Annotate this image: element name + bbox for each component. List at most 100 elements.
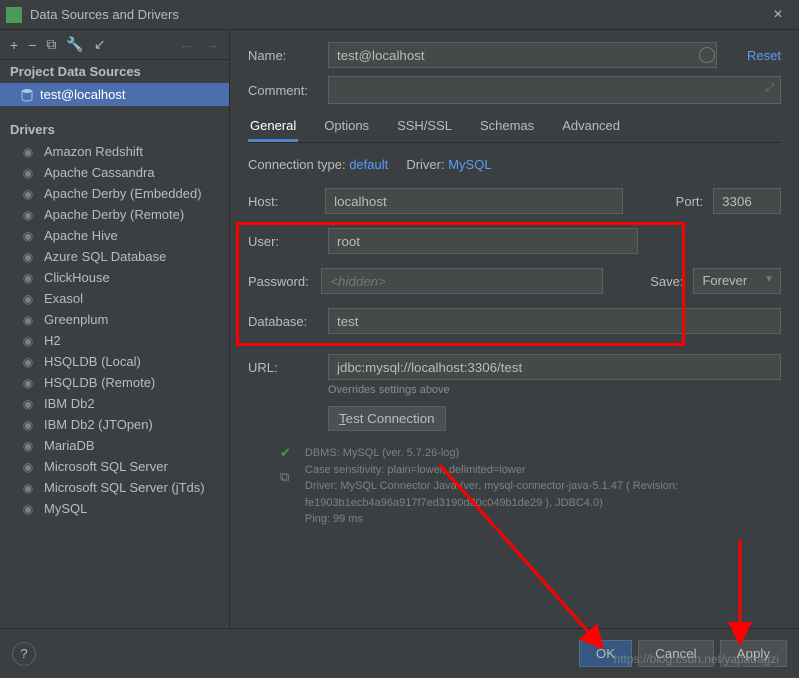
driver-label: MariaDB: [44, 438, 95, 453]
driver-value[interactable]: MySQL: [448, 157, 491, 172]
project-sources-header: Project Data Sources: [0, 60, 229, 83]
driver-icon: ◉: [20, 166, 36, 180]
driver-label: MySQL: [44, 501, 87, 516]
help-button[interactable]: ?: [12, 642, 36, 666]
make-global-icon[interactable]: ↙: [94, 36, 106, 53]
driver-icon: ◉: [20, 439, 36, 453]
expand-icon[interactable]: ⤢: [765, 82, 774, 95]
driver-item[interactable]: ◉ MariaDB: [0, 435, 229, 456]
driver-icon: ◉: [20, 460, 36, 474]
url-input[interactable]: [328, 354, 781, 380]
driver-icon: ◉: [20, 313, 36, 327]
url-note: Overrides settings above: [328, 384, 781, 396]
drivers-header: Drivers: [0, 118, 229, 141]
reset-link[interactable]: Reset: [747, 48, 781, 63]
driver-label: Microsoft SQL Server: [44, 459, 168, 474]
driver-icon: ◉: [20, 292, 36, 306]
driver-icon: ◉: [20, 250, 36, 264]
close-icon[interactable]: ×: [763, 6, 793, 24]
wrench-icon[interactable]: 🔧: [66, 36, 83, 53]
driver-icon: ◉: [20, 334, 36, 348]
driver-label: Apache Derby (Remote): [44, 207, 184, 222]
add-icon[interactable]: +: [10, 37, 18, 53]
host-label: Host:: [248, 194, 315, 209]
driver-item[interactable]: ◉IBM Db2: [0, 393, 229, 414]
driver-item[interactable]: ◉ HSQLDB (Remote): [0, 372, 229, 393]
datasource-icon: [20, 88, 34, 102]
driver-label: Amazon Redshift: [44, 144, 143, 159]
driver-icon: ◉: [20, 355, 36, 369]
back-icon: ←: [179, 36, 194, 53]
test-result-text: DBMS: MySQL (ver. 5.7.26-log) Case sensi…: [305, 445, 755, 528]
driver-icon: ◉: [20, 229, 36, 243]
password-input[interactable]: [321, 268, 603, 294]
name-input[interactable]: [328, 42, 717, 68]
app-icon: [6, 7, 22, 23]
success-icon: ✔: [280, 445, 291, 461]
test-connection-button[interactable]: Test Connection: [328, 406, 446, 431]
user-label: User:: [248, 234, 318, 249]
driver-icon: ◉: [20, 481, 36, 495]
sidebar: + − ⧉ 🔧 ↙ ← → Project Data Sources test@…: [0, 30, 230, 628]
comment-label: Comment:: [248, 83, 318, 98]
copy-icon[interactable]: ⧉: [46, 36, 56, 53]
driver-label: Exasol: [44, 291, 83, 306]
database-input[interactable]: [328, 308, 781, 334]
driver-item[interactable]: ◉ Apache Derby (Remote): [0, 204, 229, 225]
datasource-item[interactable]: test@localhost: [0, 83, 229, 106]
driver-item[interactable]: ◉ Apache Hive: [0, 225, 229, 246]
driver-item[interactable]: ◉ClickHouse: [0, 267, 229, 288]
tab-options[interactable]: Options: [322, 112, 371, 142]
content-pane: Name: Reset Comment: ⤢ General Options SSH…: [230, 30, 799, 628]
cancel-button[interactable]: Cancel: [638, 640, 714, 667]
driver-item[interactable]: ◉ Microsoft SQL Server: [0, 456, 229, 477]
remove-icon[interactable]: −: [28, 37, 36, 53]
save-value: Forever: [702, 273, 747, 288]
driver-label: Greenplum: [44, 312, 108, 327]
tab-schemas[interactable]: Schemas: [478, 112, 536, 142]
chevron-down-icon: ▼: [764, 274, 774, 285]
driver-item[interactable]: ◉Amazon Redshift: [0, 141, 229, 162]
driver-item[interactable]: ◉ Microsoft SQL Server (jTds): [0, 477, 229, 498]
user-input[interactable]: [328, 228, 638, 254]
tabs: General Options SSH/SSL Schemas Advanced: [248, 112, 781, 143]
tab-advanced[interactable]: Advanced: [560, 112, 622, 142]
datasource-label: test@localhost: [40, 87, 125, 102]
driver-icon: ◉: [20, 376, 36, 390]
tab-general[interactable]: General: [248, 112, 298, 142]
bottom-bar: ? OK Cancel Apply https://blog.csdn.net/…: [0, 628, 799, 678]
driver-label: Azure SQL Database: [44, 249, 166, 264]
driver-label: HSQLDB (Remote): [44, 375, 155, 390]
ok-button[interactable]: OK: [579, 640, 632, 667]
driver-label: IBM Db2 (JTOpen): [44, 417, 153, 432]
port-label: Port:: [676, 194, 703, 209]
driver-item[interactable]: ◉MySQL: [0, 498, 229, 519]
driver-icon: ◉: [20, 208, 36, 222]
driver-item[interactable]: ◉ Greenplum: [0, 309, 229, 330]
save-select[interactable]: Forever ▼: [693, 268, 781, 294]
driver-item[interactable]: ◉HSQLDB (Local): [0, 351, 229, 372]
driver-item[interactable]: ◉Apache Derby (Embedded): [0, 183, 229, 204]
password-label: Password:: [248, 274, 311, 289]
host-input[interactable]: [325, 188, 623, 214]
driver-icon: ◉: [20, 271, 36, 285]
conn-type-value[interactable]: default: [349, 157, 388, 172]
apply-button[interactable]: Apply: [720, 640, 787, 667]
driver-item[interactable]: ◉Apache Cassandra: [0, 162, 229, 183]
save-label: Save:: [650, 274, 683, 289]
comment-input[interactable]: ⤢: [328, 76, 781, 104]
driver-item[interactable]: ◉H2: [0, 330, 229, 351]
name-label: Name:: [248, 48, 318, 63]
driver-item[interactable]: ◉ Azure SQL Database: [0, 246, 229, 267]
clear-name-icon[interactable]: [699, 47, 715, 63]
port-input[interactable]: [713, 188, 781, 214]
driver-label: Microsoft SQL Server (jTds): [44, 480, 205, 495]
driver-item[interactable]: ◉ Exasol: [0, 288, 229, 309]
database-label: Database:: [248, 314, 318, 329]
copy-result-icon[interactable]: ⧉: [280, 469, 291, 485]
driver-item[interactable]: ◉IBM Db2 (JTOpen): [0, 414, 229, 435]
window-title: Data Sources and Drivers: [30, 7, 763, 22]
tab-sshssl[interactable]: SSH/SSL: [395, 112, 454, 142]
driver-label: Apache Hive: [44, 228, 118, 243]
sidebar-toolbar: + − ⧉ 🔧 ↙ ← →: [0, 30, 229, 60]
